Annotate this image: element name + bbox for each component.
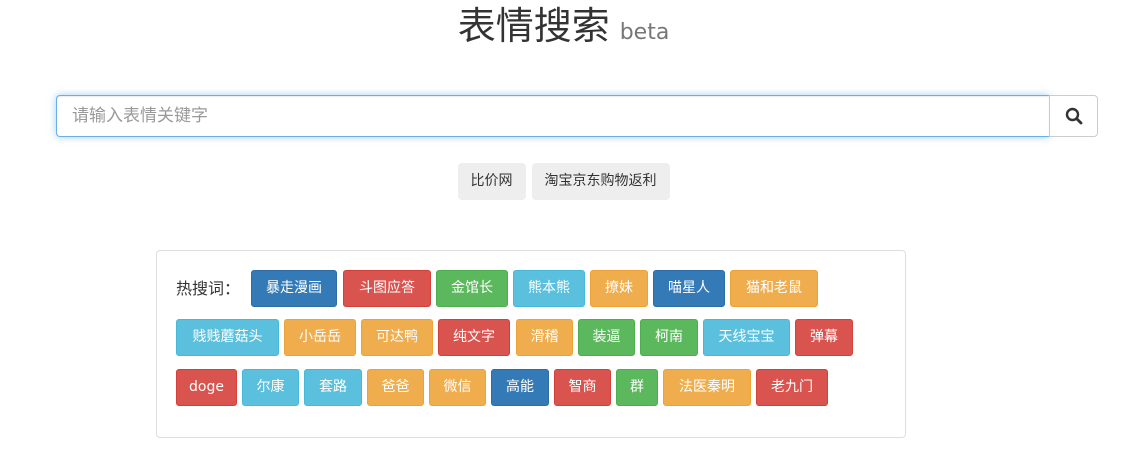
hot-tag[interactable]: 金馆长 (436, 270, 508, 307)
hot-tag[interactable]: 老九门 (756, 369, 828, 406)
hot-tag[interactable]: 爸爸 (367, 369, 424, 406)
hot-tag[interactable]: 小岳岳 (284, 319, 356, 356)
hot-tag[interactable]: doge (176, 369, 237, 406)
search-button[interactable] (1049, 95, 1098, 137)
hot-tag[interactable]: 装逼 (578, 319, 635, 356)
page-title: 表情搜索 (457, 4, 610, 48)
hot-tag[interactable]: 滑稽 (516, 319, 573, 356)
hot-tag[interactable]: 智商 (554, 369, 611, 406)
hot-tag[interactable]: 可达鸭 (361, 319, 433, 356)
search-input[interactable] (56, 95, 1049, 137)
hot-tag[interactable]: 高能 (491, 369, 549, 406)
hot-tag[interactable]: 群 (616, 369, 658, 406)
hot-tag[interactable]: 弹幕 (795, 319, 853, 356)
hot-tag[interactable]: 法医秦明 (663, 369, 751, 406)
rebate-link[interactable]: 淘宝京东购物返利 (531, 163, 670, 200)
hot-tag[interactable]: 撩妹 (590, 270, 648, 307)
page-header: 表情搜索 beta (0, 0, 1127, 58)
hot-tag[interactable]: 喵星人 (653, 270, 725, 307)
external-links: 比价网 淘宝京东购物返利 (0, 163, 1127, 200)
hot-tag[interactable]: 贱贱蘑菇头 (176, 319, 279, 356)
beta-badge: beta (619, 20, 670, 45)
page: 表情搜索 beta 比价网 淘宝京东购物返利 热搜词： 暴走漫画 斗图应答 金馆长… (0, 0, 1127, 465)
hot-tag[interactable]: 尔康 (242, 369, 299, 406)
hot-tag[interactable]: 斗图应答 (343, 270, 431, 307)
hot-tag[interactable]: 纯文字 (438, 319, 510, 356)
price-compare-link[interactable]: 比价网 (457, 163, 526, 200)
search-bar (56, 95, 1098, 137)
hot-tag[interactable]: 暴走漫画 (251, 270, 337, 307)
hot-tag[interactable]: 猫和老鼠 (730, 270, 818, 307)
hot-tag[interactable]: 天线宝宝 (703, 319, 790, 356)
hot-tag[interactable]: 微信 (429, 369, 486, 406)
search-icon (1065, 107, 1083, 125)
hot-tag[interactable]: 熊本熊 (513, 270, 585, 307)
hot-tag[interactable]: 柯南 (640, 319, 698, 356)
hot-search-label: 热搜词： (176, 279, 241, 298)
hot-tag[interactable]: 套路 (304, 369, 362, 406)
